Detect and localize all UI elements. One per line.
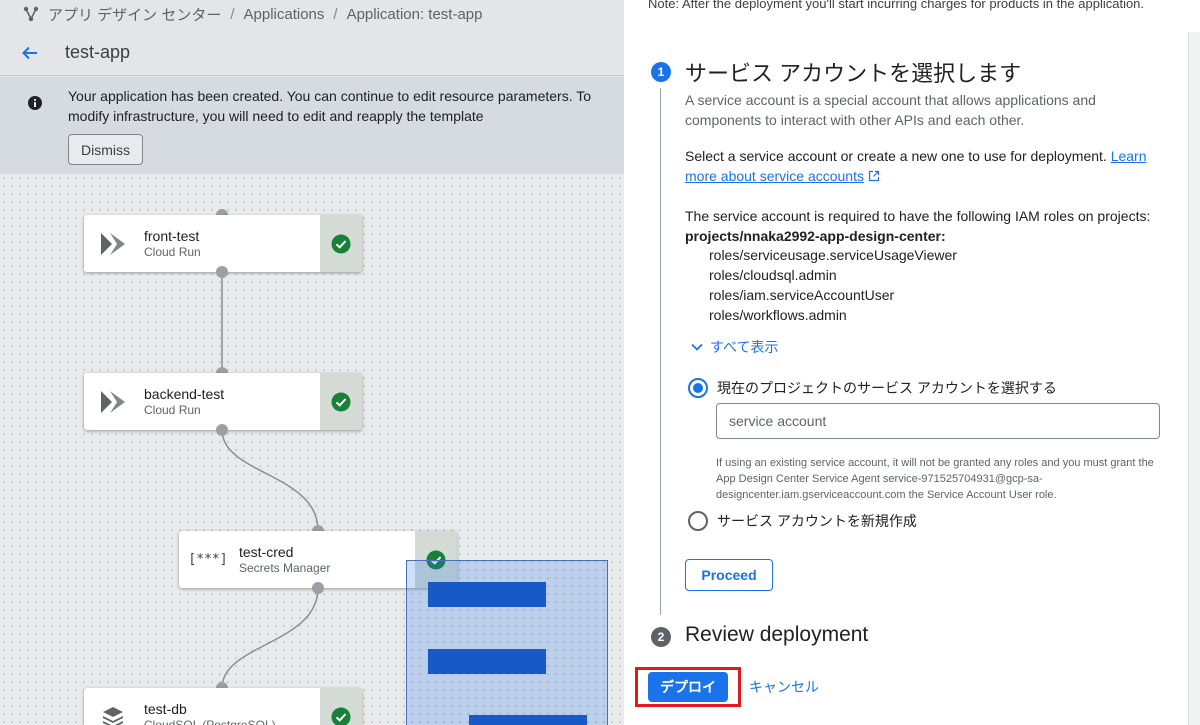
node-name: test-db (144, 700, 187, 717)
radio-existing-account-label[interactable]: 現在のプロジェクトのサービス アカウントを選択する (717, 378, 1057, 398)
app-design-center-icon (23, 6, 39, 22)
dismiss-button[interactable]: Dismiss (68, 134, 143, 165)
app-header: test-app (0, 30, 624, 76)
page-title: test-app (65, 42, 131, 62)
radio-existing-account[interactable] (688, 378, 708, 398)
node-test-db[interactable]: test-db CloudSQL (PostgreSQL) (84, 688, 362, 725)
iam-role: roles/cloudsql.admin (709, 267, 837, 283)
project-name: projects/nnaka2992-app-design-center: (685, 228, 946, 244)
banner-message: Your application has been created. You c… (68, 88, 592, 124)
node-type: CloudSQL (PostgreSQL) (144, 717, 276, 725)
service-account-description: A service account is a special account t… (685, 92, 1096, 128)
breadcrumb-separator: / (333, 5, 338, 23)
step-1-title: サービス アカウントを選択します (685, 61, 1022, 86)
minimap-overlay[interactable] (406, 560, 608, 725)
show-all-toggle[interactable]: すべて表示 (690, 337, 778, 357)
stepper-line (660, 88, 661, 615)
status-check-icon (320, 688, 362, 725)
cancel-button[interactable]: キャンセル (749, 677, 819, 697)
breadcrumb-item-app-design-center[interactable]: アプリ デザイン センター (48, 4, 221, 25)
info-banner: Your application has been created. You c… (0, 77, 624, 174)
external-link-icon (868, 170, 880, 182)
panel-scrollbar[interactable] (1188, 32, 1200, 725)
node-name: front-test (144, 227, 200, 244)
node-port[interactable] (216, 424, 228, 436)
info-icon (28, 96, 42, 110)
step-1-number: 1 (651, 62, 671, 82)
service-account-select-text: Select a service account or create a new… (685, 146, 1155, 186)
breadcrumb: アプリ デザイン センター / Applications / Applicati… (0, 0, 624, 28)
status-check-icon (320, 215, 362, 272)
required-roles-intro: The service account is required to have … (685, 208, 1151, 224)
node-port[interactable] (216, 266, 228, 278)
required-roles-text: The service account is required to have … (685, 206, 1155, 246)
step-2-title: Review deployment (685, 623, 869, 646)
application-canvas-pane: アプリ デザイン センター / Applications / Applicati… (0, 0, 624, 725)
minimap-node (428, 582, 546, 607)
cloud-sql-icon (90, 688, 136, 725)
cloud-run-icon (90, 373, 136, 430)
status-check-icon (320, 373, 362, 430)
node-port[interactable] (312, 582, 324, 594)
breadcrumb-item-application: Application: test-app (346, 5, 483, 23)
iam-role: roles/iam.serviceAccountUser (709, 287, 895, 303)
deployment-side-panel: Note: After the deployment you'll start … (624, 0, 1200, 725)
radio-new-account[interactable] (688, 511, 708, 531)
node-backend-test[interactable]: backend-test Cloud Run (84, 373, 362, 430)
proceed-button[interactable]: Proceed (685, 559, 773, 591)
service-account-hint: If using an existing service account, it… (716, 457, 1154, 501)
node-type: Secrets Manager (239, 560, 331, 575)
minimap-node (428, 649, 546, 674)
iam-role: roles/serviceusage.serviceUsageViewer (709, 247, 957, 263)
service-account-input[interactable] (716, 403, 1160, 439)
cloud-run-icon (90, 215, 136, 272)
breadcrumb-item-applications[interactable]: Applications (244, 6, 325, 23)
node-type: Cloud Run (144, 402, 201, 417)
node-type: Cloud Run (144, 244, 201, 259)
node-name: test-cred (239, 543, 294, 560)
step-2-number: 2 (651, 627, 671, 647)
chevron-down-icon (691, 343, 703, 351)
select-instruction: Select a service account or create a new… (685, 148, 1107, 164)
minimap-node (469, 715, 587, 725)
back-button[interactable] (15, 38, 45, 68)
node-front-test[interactable]: front-test Cloud Run (84, 215, 362, 272)
radio-new-account-label[interactable]: サービス アカウントを新規作成 (717, 511, 917, 531)
iam-roles-list: roles/serviceusage.serviceUsageViewer ro… (709, 245, 957, 325)
arrow-back-icon (22, 46, 37, 59)
breadcrumb-separator: / (230, 5, 235, 23)
diagram-canvas[interactable]: front-test Cloud Run backend-test Cloud … (0, 174, 624, 725)
show-all-label: すべて表示 (710, 339, 779, 355)
secret-manager-icon: [***] (188, 552, 228, 567)
node-name: backend-test (144, 385, 225, 402)
iam-role: roles/workflows.admin (709, 307, 847, 323)
deploy-button[interactable]: デプロイ (648, 672, 728, 702)
billing-note: Note: After the deployment you'll start … (648, 0, 1145, 11)
